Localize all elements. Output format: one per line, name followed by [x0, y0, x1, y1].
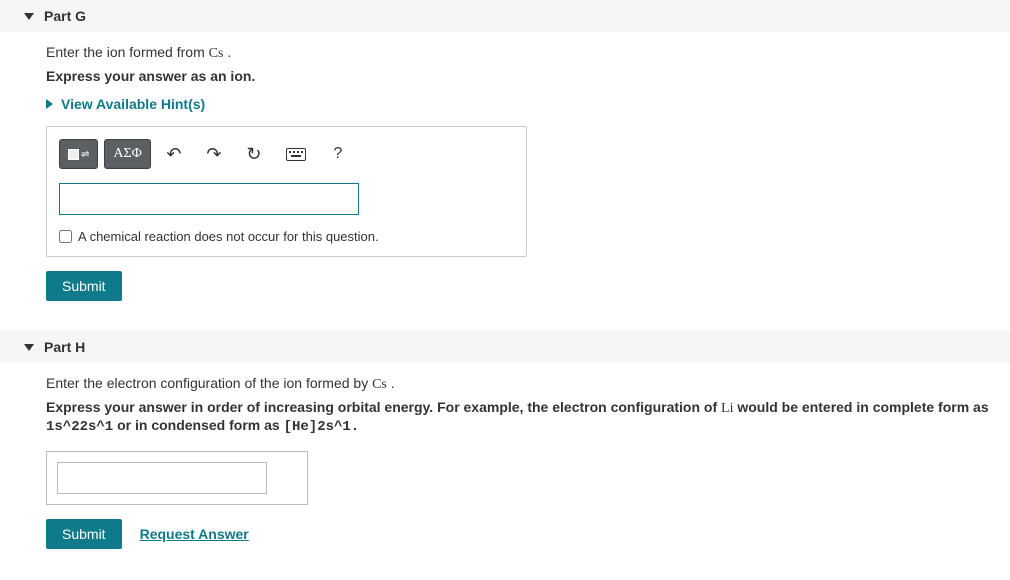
reset-button[interactable]: ↻ [237, 139, 271, 169]
instr-symbol: Li [721, 401, 733, 416]
instr-code2: [He]2s^1. [284, 419, 360, 435]
request-answer-link[interactable]: Request Answer [140, 526, 249, 542]
answer-toolbar: ⇌ ΑΣΦ ↶ ↷ ↻ ? [59, 139, 514, 169]
no-reaction-checkbox[interactable] [59, 230, 72, 243]
prompt-symbol: Cs [372, 377, 387, 392]
part-title-g: Part G [44, 8, 86, 24]
template-button[interactable]: ⇌ [59, 139, 98, 169]
instr1: Express your answer in order of increasi… [46, 399, 721, 415]
no-reaction-label: A chemical reaction does not occur for t… [78, 229, 379, 244]
part-g: Part G Enter the ion formed from Cs . Ex… [0, 0, 1010, 311]
greek-symbols-button[interactable]: ΑΣΦ [104, 139, 151, 169]
view-hints-label: View Available Hint(s) [61, 96, 205, 112]
submit-row-g: Submit [46, 271, 1000, 301]
help-button[interactable]: ? [321, 139, 355, 169]
instr3: or in condensed form as [113, 417, 283, 433]
prompt-symbol: Cs [209, 46, 224, 61]
prompt-post: . [387, 375, 395, 391]
prompt-pre: Enter the ion formed from [46, 44, 209, 60]
caret-right-icon [46, 99, 53, 109]
ion-answer-input[interactable] [59, 183, 359, 215]
submit-button-g[interactable]: Submit [46, 271, 122, 301]
instr-code1: 1s^22s^1 [46, 419, 113, 435]
submit-button-h[interactable]: Submit [46, 519, 122, 549]
no-reaction-row[interactable]: A chemical reaction does not occur for t… [59, 229, 514, 244]
part-h-instructions: Express your answer in order of increasi… [46, 399, 1000, 435]
part-g-prompt: Enter the ion formed from Cs . [46, 44, 1000, 62]
part-body-h: Enter the electron configuration of the … [0, 363, 1010, 559]
part-header-g[interactable]: Part G [0, 0, 1010, 32]
keyboard-button[interactable] [277, 139, 315, 169]
prompt-post: . [223, 44, 231, 60]
prompt-pre: Enter the electron configuration of the … [46, 375, 372, 391]
econfig-answer-input[interactable] [57, 462, 267, 494]
keyboard-icon [286, 148, 306, 161]
caret-down-icon [24, 13, 34, 20]
caret-down-icon [24, 344, 34, 351]
submit-row-h: Submit Request Answer [46, 519, 1000, 549]
part-header-h[interactable]: Part H [0, 331, 1010, 363]
part-g-instructions: Express your answer as an ion. [46, 68, 1000, 84]
part-title-h: Part H [44, 339, 85, 355]
redo-button[interactable]: ↷ [197, 139, 231, 169]
answer-box-g: ⇌ ΑΣΦ ↶ ↷ ↻ ? A chemical reaction does n… [46, 126, 527, 257]
part-h: Part H Enter the electron configuration … [0, 331, 1010, 559]
part-body-g: Enter the ion formed from Cs . Express y… [0, 32, 1010, 311]
view-hints-toggle[interactable]: View Available Hint(s) [46, 96, 205, 112]
instr2: would be entered in complete form as [733, 399, 988, 415]
part-h-prompt: Enter the electron configuration of the … [46, 375, 1000, 393]
undo-button[interactable]: ↶ [157, 139, 191, 169]
answer-box-h [46, 451, 308, 505]
reaction-template-icon: ⇌ [68, 149, 89, 160]
